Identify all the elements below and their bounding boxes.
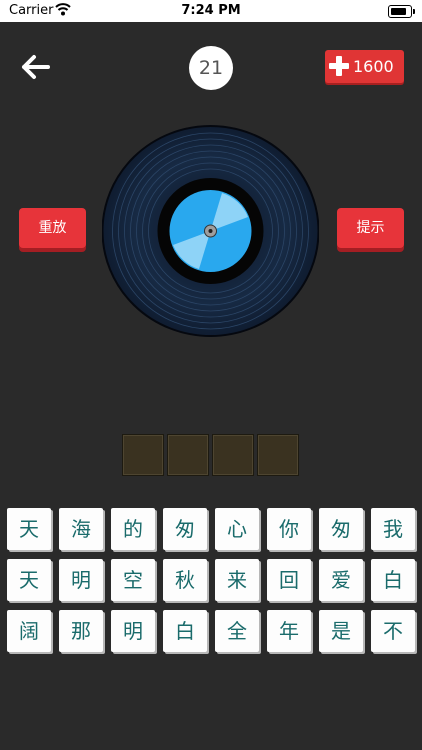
char-tile[interactable]: 秋 [163,559,207,601]
char-tile[interactable]: 天 [7,559,51,601]
char-tile[interactable]: 全 [215,610,259,652]
char-tile[interactable]: 你 [267,508,311,550]
battery-icon [388,5,415,18]
level-badge: 21 [189,46,233,90]
char-tile[interactable]: 不 [371,610,415,652]
char-tile[interactable]: 的 [111,508,155,550]
char-tile[interactable]: 明 [111,610,155,652]
answer-slot[interactable] [122,434,164,476]
coins-button[interactable]: 1600 [325,50,404,83]
char-tile[interactable]: 白 [371,559,415,601]
char-tile[interactable]: 白 [163,610,207,652]
char-tile[interactable]: 心 [215,508,259,550]
char-tile[interactable]: 是 [319,610,363,652]
char-tile[interactable]: 来 [215,559,259,601]
char-tile[interactable]: 我 [371,508,415,550]
char-tile[interactable]: 匆 [319,508,363,550]
char-tile[interactable]: 爱 [319,559,363,601]
char-tile[interactable]: 阔 [7,610,51,652]
char-tile[interactable]: 那 [59,610,103,652]
char-tile[interactable]: 匆 [163,508,207,550]
status-bar: Carrier 7:24 PM [0,0,422,22]
coins-value: 1600 [353,57,394,76]
char-tile[interactable]: 年 [267,610,311,652]
arrow-left-icon[interactable] [20,52,52,82]
char-tile[interactable]: 海 [59,508,103,550]
answer-slot[interactable] [257,434,299,476]
answer-slot[interactable] [167,434,209,476]
char-tile[interactable]: 天 [7,508,51,550]
char-tile[interactable]: 明 [59,559,103,601]
replay-button[interactable]: 重放 [19,208,86,248]
hint-button[interactable]: 提示 [337,208,404,248]
char-tile[interactable]: 空 [111,559,155,601]
answer-slot[interactable] [212,434,254,476]
vinyl-record-icon[interactable] [102,125,319,337]
char-tile[interactable]: 回 [267,559,311,601]
plus-icon [329,56,349,76]
status-time: 7:24 PM [181,3,241,18]
